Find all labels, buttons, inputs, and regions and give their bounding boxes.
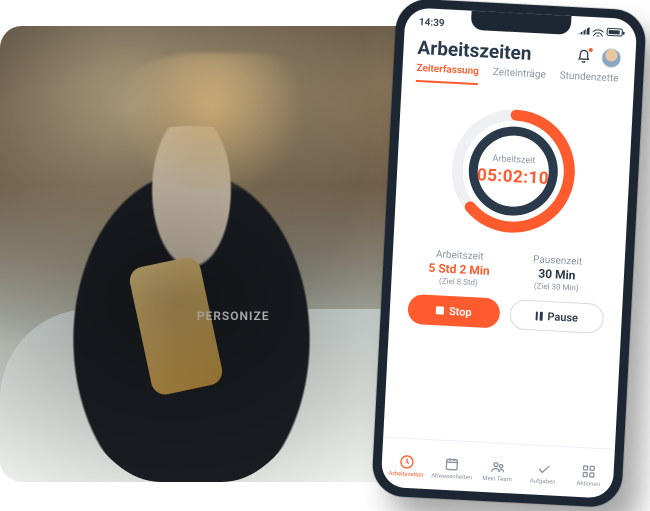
- phone-in-hand: [127, 255, 224, 397]
- status-icons: [578, 26, 623, 37]
- header-icons: [576, 46, 622, 68]
- sweatshirt-brand-text: PERSONIZE: [197, 309, 270, 323]
- nav-arbeitszeiten[interactable]: Arbeitszeiten: [383, 452, 430, 478]
- nav-abwesenheiten[interactable]: Abwesenheiten: [429, 455, 476, 481]
- nav-aktionen[interactable]: Aktionen: [565, 462, 612, 488]
- nav-label: Abwesenheiten: [431, 472, 472, 481]
- ring-center: Arbeitszeit 05:02:10: [440, 98, 587, 245]
- grid-icon: [580, 463, 597, 480]
- progress-ring: Arbeitszeit 05:02:10: [440, 98, 587, 245]
- bottom-nav: Arbeitszeiten Abwesenheiten Mein Team Au…: [381, 437, 615, 499]
- pause-button[interactable]: Pause: [509, 299, 604, 334]
- stat-worktime: Arbeitszeit 5 Std 2 Min (Ziel 8 Std): [409, 248, 509, 289]
- person-silhouette: [41, 126, 341, 482]
- nav-aufgaben[interactable]: Aufgaben: [520, 459, 567, 485]
- avatar[interactable]: [601, 47, 622, 68]
- spacer: [383, 323, 621, 449]
- stop-icon: [436, 306, 444, 314]
- nav-label: Aktionen: [576, 479, 600, 487]
- nav-label: Aufgaben: [530, 477, 556, 485]
- timer-area: Arbeitszeit 05:02:10: [393, 81, 633, 253]
- page-title: Arbeitszeiten: [417, 36, 532, 65]
- nav-label: Mein Team: [482, 474, 512, 483]
- status-time: 14:39: [419, 16, 445, 28]
- pause-icon: [535, 311, 542, 320]
- nav-label: Arbeitszeiten: [388, 470, 423, 479]
- wifi-icon: [592, 27, 603, 37]
- phone-screen: 14:39 Arbeitszeiten Zeiterfassung Zeitei…: [381, 7, 638, 498]
- check-icon: [535, 460, 552, 477]
- notification-dot: [588, 46, 594, 52]
- notifications-button[interactable]: [576, 48, 592, 65]
- pause-button-label: Pause: [547, 310, 578, 325]
- signal-icon: [578, 26, 590, 35]
- calendar-icon: [444, 455, 461, 472]
- phone-mockup: 14:39 Arbeitszeiten Zeiterfassung Zeitei…: [371, 0, 647, 508]
- ring-label-text: Arbeitszeit: [492, 154, 535, 166]
- nav-meinteam[interactable]: Mein Team: [474, 457, 521, 483]
- hair-shape: [104, 53, 342, 190]
- stop-button[interactable]: Stop: [407, 294, 500, 329]
- elapsed-time: 05:02:10: [476, 165, 549, 189]
- clock-icon: [398, 453, 415, 470]
- stat-pausetime: Pausenzeit 30 Min (Ziel 30 Min): [507, 253, 607, 294]
- battery-icon: [607, 28, 623, 37]
- stop-button-label: Stop: [449, 304, 472, 318]
- team-icon: [489, 458, 506, 475]
